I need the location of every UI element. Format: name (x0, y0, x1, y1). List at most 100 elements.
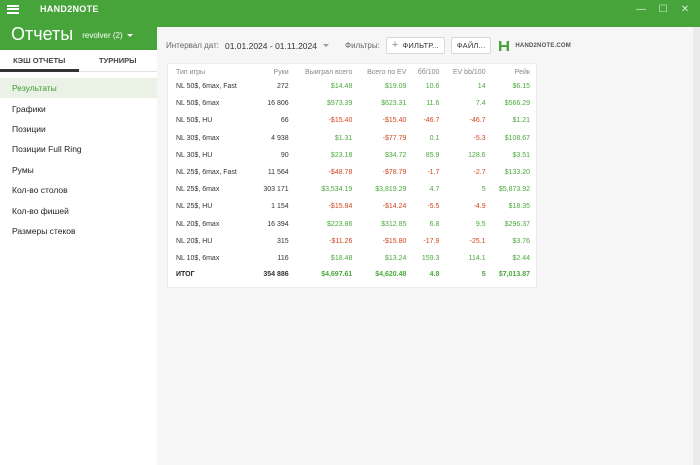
col-ev-bb100-header[interactable]: EV bb/100 (445, 67, 491, 78)
table-cell: 315 (277, 237, 289, 245)
hamburger-icon (7, 4, 19, 14)
table-cell: NL 30$, 6max (176, 134, 220, 142)
table-cell: -2.7 (473, 169, 486, 177)
file-button-label: ФАЙЛ... (456, 41, 486, 50)
menu-button[interactable] (0, 0, 26, 18)
tab-label: ТУРНИРЫ (99, 56, 137, 65)
table-row[interactable]: NL 50$, HU 66 -$15.40 -$15.40 -46.7 -46.7 $1.2… (168, 112, 536, 129)
header-band (157, 18, 700, 27)
table-cell: $2.44 (512, 254, 530, 262)
window-controls: — ☐ ✕ (630, 0, 696, 18)
table-cell: $108.67 (504, 134, 530, 142)
table-cell: -4.9 (473, 203, 486, 211)
file-button[interactable]: ФАЙЛ... (450, 37, 492, 54)
table-cell: 4 938 (271, 134, 289, 142)
col-won-total-header[interactable]: Выиграл всего (295, 67, 359, 78)
table-cell: $1.31 (334, 134, 353, 142)
hand2note-logo-icon (499, 40, 510, 51)
sidebar-item[interactable]: Результаты (0, 78, 157, 99)
table-row[interactable]: NL 30$, HU 90 $23.18 $34.72 85.9 128.6 $3.51 (168, 147, 536, 164)
table-cell: -5.3 (473, 134, 486, 142)
table-cell: $623.31 (381, 100, 407, 108)
table-cell: 66 (280, 117, 289, 125)
table-cell: -$15.80 (382, 237, 407, 245)
table-cell: ИТОГ (176, 270, 195, 278)
account-selector[interactable]: revolver (2) (82, 31, 133, 40)
table-body: NL 50$, 6max, Fast 272 $14.48 $19.09 10.6 14 $… (168, 78, 536, 281)
logo-text: HAND2NOTE.COM (515, 42, 571, 49)
table-cell: NL 30$, HU (176, 151, 213, 159)
table-cell: 116 (277, 254, 289, 262)
table-cell: -$15.84 (328, 203, 353, 211)
sidebar-item[interactable]: Графики (0, 98, 157, 118)
table-cell: -17.9 (423, 237, 440, 245)
table-cell: $19.09 (384, 83, 407, 91)
table-cell: $18.35 (508, 203, 530, 211)
table-cell: $3.76 (512, 237, 530, 245)
table-cell: 11.6 (426, 100, 440, 108)
table-row[interactable]: NL 10$, 6max 116 $18.48 $13.24 159.3 114.1 $2.… (168, 250, 536, 267)
table-row[interactable]: NL 20$, 6max 16 394 $223.86 $312.85 6.8 9.5 $2… (168, 216, 536, 233)
close-icon[interactable]: ✕ (674, 0, 696, 18)
sidebar-item[interactable]: Позиции (0, 119, 157, 139)
page-title: Отчеты (11, 23, 74, 44)
table-cell: 4.8 (429, 270, 440, 278)
sidebar-item[interactable]: Кол-во фишей (0, 200, 157, 220)
table-cell: NL 25$, 6max, Fast (176, 169, 237, 177)
table-cell: $4,697.61 (321, 270, 353, 278)
table-cell: -$14.24 (382, 203, 407, 211)
hand2note-logo: HAND2NOTE.COM (498, 40, 571, 52)
col-hands-header[interactable]: Руки (257, 67, 294, 78)
title-bar: HAND2NOTE — ☐ ✕ (0, 0, 700, 18)
table-cell: $6.15 (512, 83, 530, 91)
filter-button-label: ФИЛЬТР... (402, 41, 439, 50)
col-rake-header[interactable]: Рейк (492, 67, 536, 78)
table-cell: 159.3 (421, 254, 440, 262)
table-row[interactable]: NL 30$, 6max 4 938 $1.31 -$77.79 0.1 -5.3 $108… (168, 130, 536, 147)
tab-cash-reports[interactable]: КЭШ ОТЧЕТЫ (0, 50, 79, 72)
table-cell: $973.39 (327, 100, 353, 108)
table-cell: $18.48 (330, 254, 353, 262)
filter-button[interactable]: + ФИЛЬТР... (385, 37, 445, 54)
col-game-type-header[interactable]: Тип игры (168, 67, 257, 78)
table-cell: $34.72 (384, 151, 407, 159)
table-cell: $566.29 (504, 100, 530, 108)
sidebar-item[interactable]: Кол-во столов (0, 180, 157, 200)
table-cell: 6.8 (429, 220, 440, 228)
date-range-picker[interactable]: 01.01.2024 - 01.11.2024 (225, 41, 329, 51)
chevron-down-icon (322, 44, 329, 47)
tab-tournaments[interactable]: ТУРНИРЫ (79, 50, 158, 71)
table-cell: NL 25$, HU (176, 203, 213, 211)
table-cell: 16 394 (267, 220, 289, 228)
table-cell: $3,819.29 (375, 186, 407, 194)
table-cell: $3.51 (512, 151, 530, 159)
table-cell: $5,873.92 (498, 186, 530, 194)
table-row[interactable]: NL 20$, HU 315 -$11.26 -$15.80 -17.9 -25.1 $3.… (168, 233, 536, 250)
table-row[interactable]: NL 25$, 6max 303 171 $3,534.19 $3,819.29 4.7… (168, 181, 536, 198)
table-row[interactable]: NL 50$, 6max 16 806 $973.39 $623.31 11.6 7.4 $… (168, 95, 536, 112)
table-row[interactable]: NL 25$, 6max, Fast 11 564 -$48.78 -$78.79 -1… (168, 164, 536, 181)
maximize-icon[interactable]: ☐ (652, 0, 674, 18)
date-range-value: 01.01.2024 - 01.11.2024 (224, 40, 317, 51)
table-cell: 85.9 (425, 151, 440, 159)
table-cell: 16 806 (267, 100, 289, 108)
table-cell: -25.1 (469, 237, 486, 245)
sidebar-item[interactable]: Размеры стеков (0, 221, 157, 241)
table-cell: 114.1 (468, 254, 486, 262)
table-cell: 5 (481, 270, 486, 278)
sidebar-item[interactable]: Румы (0, 160, 157, 180)
table-cell: NL 50$, 6max, Fast (176, 83, 237, 91)
app-title: HAND2NOTE (40, 4, 99, 14)
table-cell: $4,620.48 (375, 270, 407, 278)
table-cell: 11 564 (267, 169, 289, 177)
table-row[interactable]: NL 25$, HU 1 154 -$15.84 -$14.24 -5.5 -4.9 $18… (168, 198, 536, 215)
table-cell: $23.18 (330, 151, 353, 159)
table-cell: $14.48 (330, 83, 353, 91)
minimize-icon[interactable]: — (630, 0, 652, 18)
col-ev-total-header[interactable]: Всего по EV (358, 67, 412, 78)
table-row[interactable]: NL 50$, 6max, Fast 272 $14.48 $19.09 10.6 14 $… (168, 78, 536, 95)
chevron-down-icon (126, 34, 133, 37)
table-cell: -1.7 (427, 169, 440, 177)
col-bb100-header[interactable]: бб/100 (412, 67, 445, 78)
sidebar-item[interactable]: Позиции Full Ring (0, 139, 157, 159)
